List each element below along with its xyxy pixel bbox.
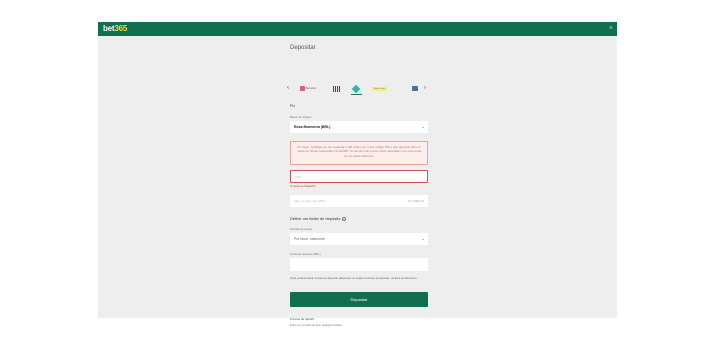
cpf-error-text: O campo é obrigatório bbox=[290, 185, 316, 188]
carousel-next-icon[interactable]: › bbox=[424, 83, 426, 92]
payment-method-carousel: ‹ Bet.nomo Banco Inter › bbox=[287, 83, 428, 95]
page-title: Depositar bbox=[290, 45, 316, 51]
close-icon[interactable]: × bbox=[609, 24, 613, 34]
barcode-icon bbox=[333, 85, 340, 92]
method-skrill-label: Bet.nomo bbox=[306, 87, 317, 90]
chevron-down-icon: ⌄ bbox=[421, 124, 425, 129]
bank-select[interactable]: Rosa Bramenra (BRL) ⌄ bbox=[290, 121, 428, 133]
period-label: Período de tempo bbox=[290, 227, 313, 231]
deposit-limit-input[interactable] bbox=[290, 258, 428, 271]
bank-select-value: Rosa Bramenra (BRL) bbox=[294, 125, 331, 129]
method-transfer[interactable]: Banco Inter bbox=[372, 84, 388, 93]
top-bar: bet365 × bbox=[98, 22, 617, 36]
period-select[interactable]: Por favor, selecione ⌄ bbox=[290, 233, 428, 245]
chevron-down-icon: ⌄ bbox=[421, 236, 425, 241]
cpf-input[interactable]: CPF bbox=[290, 170, 428, 183]
card-icon bbox=[412, 86, 418, 91]
app-window: bet365 × Depositar ‹ Bet.nomo Banco Inte… bbox=[98, 22, 617, 327]
amount-input[interactable]: Valor do Depósito (BRL) Min R$10,00 bbox=[290, 195, 428, 207]
method-skrill[interactable]: Bet.nomo bbox=[300, 84, 316, 93]
method-boleto[interactable] bbox=[333, 84, 340, 93]
amount-placeholder: Valor do Depósito (BRL) bbox=[294, 199, 327, 203]
pix-icon bbox=[351, 84, 361, 93]
logo-accent-text: 365 bbox=[114, 24, 128, 33]
method-card[interactable] bbox=[412, 84, 418, 93]
limit-label: Limite de depósito (BRL) bbox=[290, 252, 321, 256]
limit-note: Você poderá definir limites de depósito … bbox=[290, 276, 418, 280]
section-label: Pix bbox=[290, 104, 295, 108]
warning-alert: Por favor, certifique-se de escanear o Q… bbox=[290, 141, 428, 165]
logo-text: bet bbox=[103, 24, 115, 33]
carousel-prev-icon[interactable]: ‹ bbox=[287, 83, 289, 92]
bank-label: Banco de Origem bbox=[290, 115, 312, 119]
period-select-value: Por favor, selecione bbox=[294, 237, 325, 241]
amount-minimum: Min R$10,00 bbox=[408, 199, 424, 203]
brand-logo[interactable]: bet365 bbox=[103, 24, 127, 34]
help-link[interactable]: Precisa de Ajuda? bbox=[290, 317, 314, 321]
info-icon[interactable] bbox=[342, 216, 347, 221]
method-transfer-label: Banco Inter bbox=[372, 86, 388, 91]
deposit-button[interactable]: Depositar bbox=[290, 292, 428, 307]
help-text: Entre em contato se tiver qualquer dúvid… bbox=[290, 323, 342, 327]
cpf-placeholder: CPF bbox=[295, 175, 301, 179]
limit-section-title: Definir um limite de depósito bbox=[290, 216, 347, 221]
method-pix[interactable] bbox=[351, 84, 361, 93]
limit-title-text: Definir um limite de depósito bbox=[290, 216, 341, 221]
skrill-icon bbox=[300, 86, 305, 91]
selected-method-indicator bbox=[351, 94, 362, 95]
